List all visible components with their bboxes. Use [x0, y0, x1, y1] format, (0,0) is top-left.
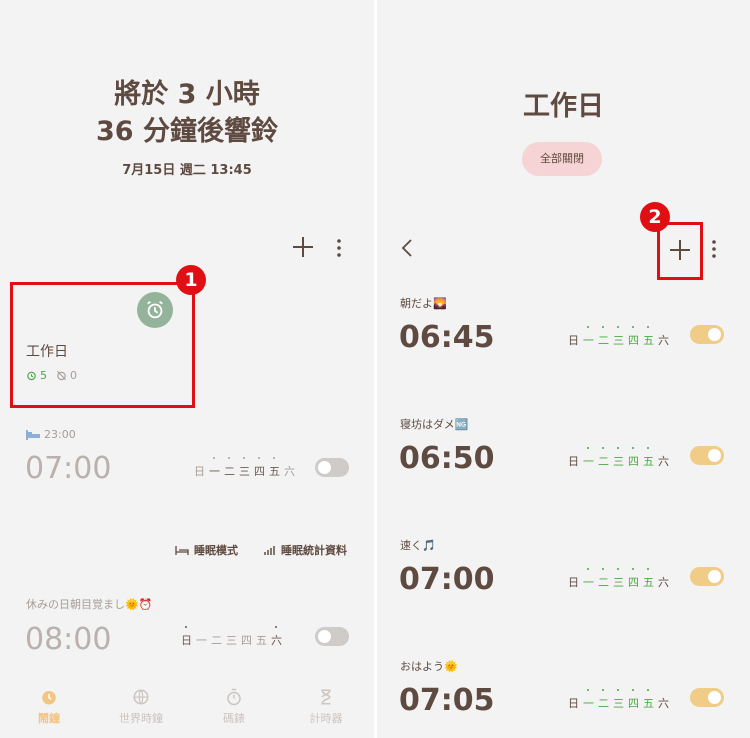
hourglass-icon — [321, 689, 331, 705]
alarm-toggle[interactable] — [690, 446, 724, 465]
stopwatch-icon — [227, 688, 241, 706]
day-thu: 四 — [254, 465, 265, 478]
alarm-toggle[interactable] — [690, 567, 724, 586]
back-button[interactable] — [401, 238, 413, 262]
day-sat: 六 — [284, 465, 295, 478]
alarm-time: 07:05 — [399, 683, 495, 718]
weekend-alarm-label: 休みの日朝目覚まし🌞⏰ — [26, 598, 153, 611]
current-date: 7月15日 週二 13:45 — [122, 163, 252, 178]
alarm-icon — [42, 691, 56, 705]
step-badge-1: 1 — [176, 265, 206, 295]
right-panel: 工作日 全部關閉 2 朝だよ🌄 06:45 日 一 二 三 四 五 六 寝坊はダ… — [377, 0, 750, 738]
alarm-label: おはよう🌞 — [400, 660, 458, 673]
nav-timer[interactable]: 計時器 — [286, 688, 366, 726]
bed-icon — [175, 545, 189, 555]
next-alarm-headline-1: 將於 3 小時 — [114, 79, 260, 110]
day-wed: 三 — [226, 634, 237, 647]
alarm-label: 朝だよ🌄 — [400, 297, 447, 310]
more-vertical-icon — [337, 239, 341, 257]
bar-chart-icon — [264, 545, 275, 555]
nav-stopwatch[interactable]: 碼錶 — [194, 688, 274, 726]
alarm-toggle[interactable] — [690, 688, 724, 707]
day-fri: 五 — [269, 465, 280, 478]
alarm-label: 寝坊はダメ🆖 — [400, 418, 469, 431]
alarm-label: 速く🎵 — [400, 539, 436, 552]
alarm-days: 日 一 二 三 四 五 六 — [567, 568, 670, 590]
weekend-alarm-toggle[interactable] — [315, 627, 349, 646]
add-alarm-button[interactable] — [291, 235, 315, 264]
bedtime-toggle[interactable] — [315, 458, 349, 477]
alarm-row[interactable]: おはよう🌞 07:05 日 一 二 三 四 五 六 — [377, 655, 750, 738]
more-options-button[interactable] — [334, 238, 344, 262]
alarm-toggle[interactable] — [690, 325, 724, 344]
plus-icon — [293, 237, 313, 257]
bedtime-days: 日 一 二 三 四 五 六 — [193, 457, 296, 479]
day-sun: 日 — [194, 465, 205, 478]
alarm-time: 06:45 — [399, 320, 495, 355]
alarm-group-card[interactable]: 工作日 5 0 — [10, 282, 195, 408]
group-title: 工作日 — [523, 91, 604, 122]
alarm-on-icon — [27, 371, 36, 381]
sleep-mode-link[interactable]: 睡眠模式 — [175, 542, 238, 558]
alarm-off-icon — [56, 370, 67, 381]
bedtime-label: 23:00 — [44, 428, 76, 441]
turn-all-off-button[interactable]: 全部關閉 — [522, 142, 602, 176]
day-tue: 二 — [224, 465, 235, 478]
globe-icon — [133, 689, 149, 705]
bedtime-wake-time: 07:00 — [25, 451, 112, 486]
alarm-row[interactable]: 速く🎵 07:00 日 一 二 三 四 五 六 — [377, 534, 750, 634]
day-tue: 二 — [211, 634, 222, 647]
add-alarm-button[interactable] — [657, 222, 703, 280]
group-alarm-icon — [137, 292, 173, 328]
alarm-row[interactable]: 朝だよ🌄 06:45 日 一 二 三 四 五 六 — [377, 292, 750, 392]
bed-icon — [26, 429, 40, 440]
alarm-on-count: 5 — [40, 369, 47, 382]
left-panel: 將於 3 小時 36 分鐘後響鈴 7月15日 週二 13:45 工作日 5 0 … — [0, 0, 374, 738]
next-alarm-headline-2: 36 分鐘後響鈴 — [96, 116, 278, 147]
alarm-row[interactable]: 寝坊はダメ🆖 06:50 日 一 二 三 四 五 六 — [377, 413, 750, 513]
alarm-days: 日 一 二 三 四 五 六 — [567, 447, 670, 469]
day-mon: 一 — [209, 465, 220, 478]
step-badge-2: 2 — [640, 202, 670, 232]
day-fri: 五 — [256, 634, 267, 647]
alarm-days: 日 一 二 三 四 五 六 — [567, 689, 670, 711]
weekend-alarm-time: 08:00 — [25, 622, 112, 657]
plus-icon — [670, 240, 690, 260]
alarm-days: 日 一 二 三 四 五 六 — [567, 326, 670, 348]
more-options-button[interactable] — [709, 239, 719, 263]
day-sun: 日 — [181, 634, 192, 647]
nav-alarm[interactable]: 鬧鐘 — [9, 688, 89, 726]
day-mon: 一 — [196, 634, 207, 647]
chevron-left-icon — [401, 239, 412, 257]
alarm-off-count: 0 — [70, 369, 77, 382]
nav-world-clock[interactable]: 世界時鐘 — [101, 688, 181, 726]
day-wed: 三 — [239, 465, 250, 478]
group-name: 工作日 — [26, 344, 68, 360]
more-vertical-icon — [712, 240, 716, 258]
day-sat: 六 — [271, 634, 282, 647]
alarm-time: 07:00 — [399, 562, 495, 597]
day-thu: 四 — [241, 634, 252, 647]
alarm-time: 06:50 — [399, 441, 495, 476]
weekend-days: 日 一 二 三 四 五 六 — [180, 626, 283, 648]
sleep-stats-link[interactable]: 睡眠統計資料 — [264, 542, 347, 558]
